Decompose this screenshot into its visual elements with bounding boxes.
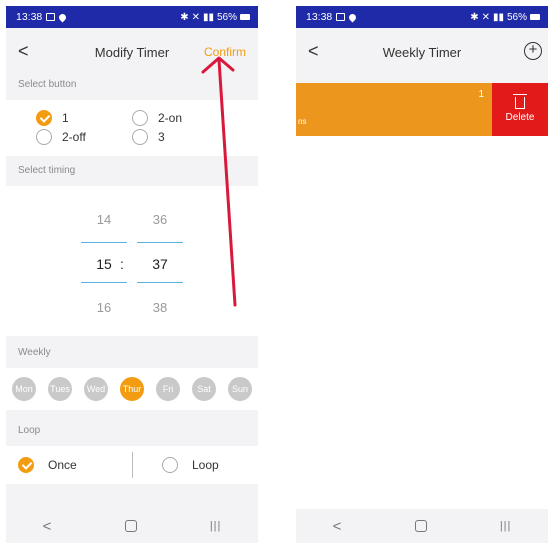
minute-prev[interactable]: 36	[140, 212, 180, 227]
nav-home-icon[interactable]	[124, 520, 137, 532]
mute-icon: ✕	[191, 11, 200, 23]
minute-selected[interactable]: 37	[140, 256, 180, 272]
day-fri[interactable]: Fri	[156, 377, 180, 401]
bluetooth-icon: ✱	[470, 11, 479, 23]
minute-picker-line-top	[137, 242, 183, 243]
nav-recents-icon[interactable]: |||	[210, 520, 222, 532]
timer-list-item[interactable]: 1 ns Delete	[296, 83, 548, 136]
time-picker: 14 15 16 : 36 37 38	[6, 186, 258, 336]
button-option-2-off[interactable]: 2-off	[36, 129, 86, 145]
weekly-timer-screen: 13:38 ✱ ✕ ▮▮ 56% < Weekly Timer + 1 ns D…	[296, 6, 548, 543]
nav-back-icon[interactable]: <	[43, 518, 52, 535]
status-time: 13:38	[16, 11, 43, 23]
back-chevron-icon[interactable]: <	[308, 41, 319, 61]
signal-icon: ▮▮	[492, 11, 504, 23]
button-option-3[interactable]: 3	[132, 129, 165, 145]
delete-button[interactable]: Delete	[492, 83, 548, 136]
select-timing-label: Select timing	[18, 165, 76, 176]
hour-prev[interactable]: 14	[84, 212, 124, 227]
divider	[132, 452, 133, 478]
button-option-2-on[interactable]: 2-on	[132, 110, 182, 126]
location-icon	[57, 12, 68, 22]
add-timer-icon[interactable]: +	[524, 42, 542, 60]
minute-next[interactable]: 38	[140, 300, 180, 315]
battery-icon	[530, 14, 540, 20]
loop-options: Once Loop	[6, 446, 258, 484]
button-options: 1 2-on 2-off 3	[6, 100, 258, 156]
status-bar: 13:38 ✱ ✕ ▮▮ 56%	[296, 6, 548, 28]
mute-icon: ✕	[481, 11, 490, 23]
trash-icon	[513, 93, 527, 109]
day-sat[interactable]: Sat	[192, 377, 216, 401]
top-bar: < Modify Timer Confirm	[6, 28, 258, 76]
radio-icon	[162, 457, 178, 473]
timer-number: 1	[478, 89, 484, 100]
checked-radio-icon	[36, 110, 52, 126]
delete-label: Delete	[505, 111, 535, 123]
loop-option-loop[interactable]: Loop	[162, 457, 219, 473]
time-separator: :	[120, 256, 124, 272]
status-bar: 13:38 ✱ ✕ ▮▮ 56%	[6, 6, 258, 28]
checked-radio-icon	[18, 457, 34, 473]
minute-picker-line-bottom	[137, 282, 183, 283]
hour-picker-line-top	[81, 242, 127, 243]
status-time: 13:38	[306, 11, 333, 23]
confirm-button[interactable]: Confirm	[204, 45, 246, 59]
battery-icon	[240, 14, 250, 20]
nav-home-icon[interactable]	[414, 520, 427, 532]
radio-icon	[36, 129, 52, 145]
gallery-icon	[336, 13, 346, 21]
weekday-selector: Mon Tues Wed Thur Fri Sat Sun	[6, 368, 258, 410]
location-icon	[347, 12, 358, 22]
button-option-1[interactable]: 1	[36, 110, 69, 126]
back-chevron-icon[interactable]: <	[18, 41, 29, 61]
hour-next[interactable]: 16	[84, 300, 124, 315]
day-wed[interactable]: Wed	[84, 377, 108, 401]
timer-text-fragment: ns	[298, 117, 307, 126]
battery-percent: 56%	[506, 11, 527, 23]
gallery-icon	[46, 13, 56, 21]
select-button-label: Select button	[18, 79, 77, 90]
page-title: Modify Timer	[94, 44, 170, 60]
nav-back-icon[interactable]: <	[333, 518, 342, 535]
page-title: Weekly Timer	[382, 44, 462, 60]
modify-timer-screen: 13:38 ✱ ✕ ▮▮ 56% < Modify Timer Confirm …	[6, 6, 258, 543]
loop-option-once[interactable]: Once	[18, 457, 77, 473]
day-sun[interactable]: Sun	[228, 377, 252, 401]
radio-icon	[132, 129, 148, 145]
system-nav-bar: < |||	[296, 509, 548, 543]
top-bar: < Weekly Timer +	[296, 28, 548, 76]
hour-picker-line-bottom	[81, 282, 127, 283]
day-mon[interactable]: Mon	[12, 377, 36, 401]
battery-percent: 56%	[216, 11, 237, 23]
day-thur[interactable]: Thur	[120, 377, 144, 401]
radio-icon	[132, 110, 148, 126]
loop-label: Loop	[18, 425, 41, 436]
empty-list-area	[296, 136, 548, 509]
signal-icon: ▮▮	[202, 11, 214, 23]
timer-card[interactable]: 1 ns	[296, 83, 492, 136]
bluetooth-icon: ✱	[180, 11, 189, 23]
day-tues[interactable]: Tues	[48, 377, 72, 401]
system-nav-bar: < |||	[6, 509, 258, 543]
nav-recents-icon[interactable]: |||	[500, 520, 512, 532]
weekly-label: Weekly	[18, 347, 51, 358]
